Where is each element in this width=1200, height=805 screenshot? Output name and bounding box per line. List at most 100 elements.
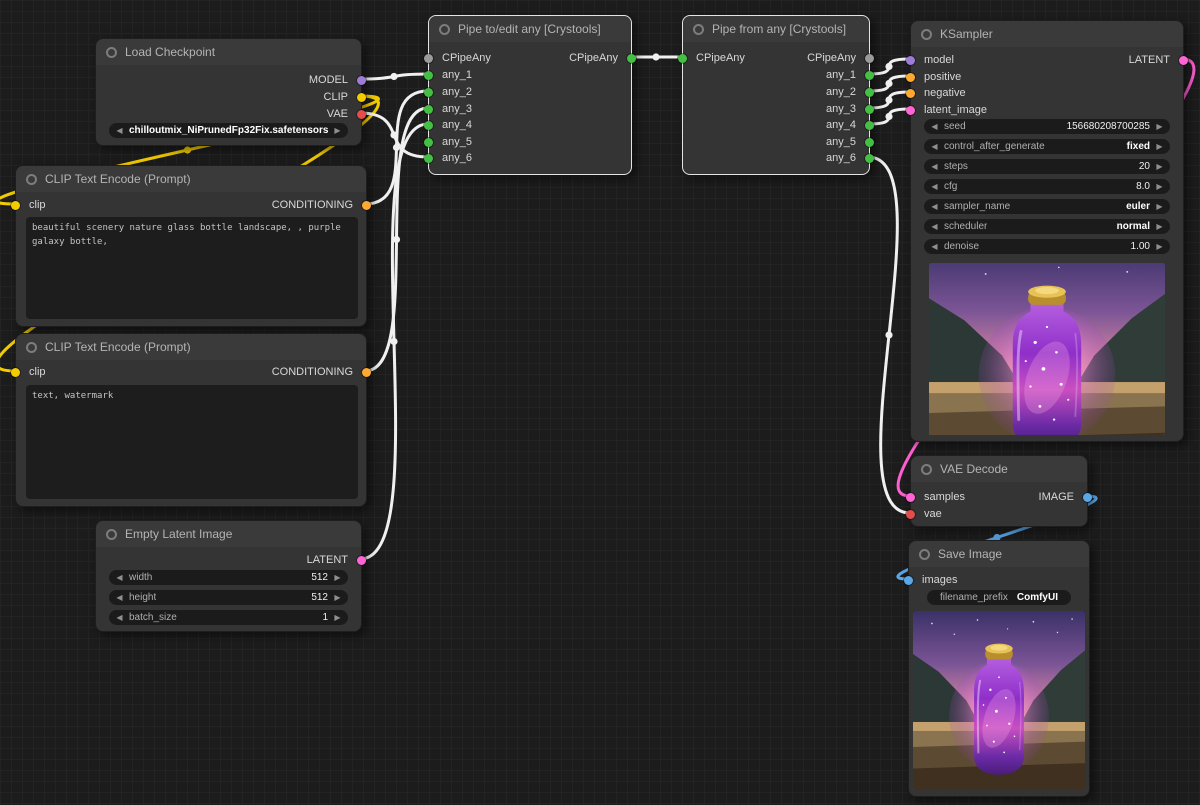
- node-status-dot[interactable]: [106, 47, 117, 58]
- any-port-dot[interactable]: [424, 121, 433, 130]
- decrement-arrow-icon[interactable]: ◀: [929, 179, 940, 194]
- clip-port-dot[interactable]: [11, 368, 20, 377]
- conditioning-port-dot[interactable]: [906, 73, 915, 82]
- decrement-arrow-icon[interactable]: ◀: [929, 239, 940, 254]
- any-port-dot[interactable]: [865, 154, 874, 163]
- batch-size-widget[interactable]: ◀batch_size1▶: [109, 610, 348, 625]
- latent-port-dot[interactable]: [906, 493, 915, 502]
- prompt-textarea[interactable]: beautiful scenery nature glass bottle la…: [26, 217, 358, 319]
- decrement-arrow-icon[interactable]: ◀: [114, 610, 125, 625]
- node-status-dot[interactable]: [919, 549, 930, 560]
- node-header[interactable]: KSampler: [911, 21, 1183, 47]
- conditioning-port-dot[interactable]: [362, 368, 371, 377]
- seed-widget[interactable]: ◀seed156680208700285▶: [924, 119, 1170, 134]
- prompt-textarea[interactable]: text, watermark: [26, 385, 358, 499]
- node-clip-text-encode-negative[interactable]: CLIP Text Encode (Prompt) clip CONDITION…: [15, 333, 367, 507]
- prev-arrow-icon[interactable]: ◀: [929, 199, 940, 214]
- decrement-arrow-icon[interactable]: ◀: [929, 159, 940, 174]
- increment-arrow-icon[interactable]: ▶: [1154, 179, 1165, 194]
- prev-arrow-icon[interactable]: ◀: [929, 139, 940, 154]
- conditioning-port-dot[interactable]: [906, 89, 915, 98]
- decrement-arrow-icon[interactable]: ◀: [114, 590, 125, 605]
- node-load-checkpoint[interactable]: Load Checkpoint MODEL CLIP VAE ◀ chillou…: [95, 38, 362, 146]
- next-arrow-icon[interactable]: ▶: [1154, 139, 1165, 154]
- decrement-arrow-icon[interactable]: ◀: [929, 119, 940, 134]
- node-status-dot[interactable]: [921, 464, 932, 475]
- link-midpoint-dot[interactable]: [885, 113, 892, 120]
- pipe-port-dot[interactable]: [424, 54, 433, 63]
- any-port-dot[interactable]: [424, 88, 433, 97]
- link-midpoint-dot[interactable]: [393, 144, 400, 151]
- increment-arrow-icon[interactable]: ▶: [1154, 239, 1165, 254]
- node-header[interactable]: VAE Decode: [911, 456, 1087, 482]
- latent-port-dot[interactable]: [357, 556, 366, 565]
- steps-widget[interactable]: ◀steps20▶: [924, 159, 1170, 174]
- sampler-name-widget[interactable]: ◀sampler_nameeuler▶: [924, 199, 1170, 214]
- node-status-dot[interactable]: [26, 342, 37, 353]
- node-graph-canvas[interactable]: Load Checkpoint MODEL CLIP VAE ◀ chillou…: [0, 0, 1200, 805]
- link-midpoint-dot[interactable]: [652, 53, 659, 60]
- link-midpoint-dot[interactable]: [390, 338, 397, 345]
- node-save-image[interactable]: Save Image images filename_prefixComfyUI: [908, 540, 1090, 797]
- node-pipe-to-edit-any[interactable]: Pipe to/edit any [Crystools] CPipeAny an…: [428, 15, 632, 175]
- pipe-port-dot[interactable]: [678, 54, 687, 63]
- conditioning-port-dot[interactable]: [362, 201, 371, 210]
- node-status-dot[interactable]: [26, 174, 37, 185]
- control-after-generate-widget[interactable]: ◀control_after_generatefixed▶: [924, 139, 1170, 154]
- any-port-dot[interactable]: [865, 138, 874, 147]
- increment-arrow-icon[interactable]: ▶: [332, 590, 343, 605]
- node-vae-decode[interactable]: VAE Decode samples vae IMAGE: [910, 455, 1088, 527]
- clip-port-dot[interactable]: [357, 93, 366, 102]
- prev-arrow-icon[interactable]: ◀: [114, 123, 125, 138]
- image-port-dot[interactable]: [904, 576, 913, 585]
- node-header[interactable]: Load Checkpoint: [96, 39, 361, 65]
- model-port-dot[interactable]: [906, 56, 915, 65]
- cfg-widget[interactable]: ◀cfg8.0▶: [924, 179, 1170, 194]
- link-midpoint-dot[interactable]: [885, 80, 892, 87]
- node-status-dot[interactable]: [693, 24, 704, 35]
- latent-port-dot[interactable]: [1179, 56, 1188, 65]
- increment-arrow-icon[interactable]: ▶: [332, 610, 343, 625]
- any-port-dot[interactable]: [865, 105, 874, 114]
- node-header[interactable]: CLIP Text Encode (Prompt): [16, 166, 366, 192]
- vae-port-dot[interactable]: [357, 110, 366, 119]
- height-widget[interactable]: ◀height512▶: [109, 590, 348, 605]
- node-status-dot[interactable]: [439, 24, 450, 35]
- model-port-dot[interactable]: [357, 76, 366, 85]
- node-header[interactable]: Empty Latent Image: [96, 521, 361, 547]
- filename-prefix-widget[interactable]: filename_prefixComfyUI: [927, 590, 1071, 605]
- next-arrow-icon[interactable]: ▶: [1154, 199, 1165, 214]
- any-port-dot[interactable]: [865, 71, 874, 80]
- pipe-port-dot[interactable]: [627, 54, 636, 63]
- any-port-dot[interactable]: [424, 154, 433, 163]
- ckpt-name-combo[interactable]: ◀ chilloutmix_NiPrunedFp32Fix.safetensor…: [109, 123, 348, 138]
- next-arrow-icon[interactable]: ▶: [332, 123, 343, 138]
- link-midpoint-dot[interactable]: [390, 73, 397, 80]
- increment-arrow-icon[interactable]: ▶: [1154, 159, 1165, 174]
- any-port-dot[interactable]: [424, 138, 433, 147]
- node-header[interactable]: Pipe to/edit any [Crystools]: [429, 16, 631, 42]
- node-header[interactable]: Save Image: [909, 541, 1089, 567]
- node-clip-text-encode-positive[interactable]: CLIP Text Encode (Prompt) clip CONDITION…: [15, 165, 367, 327]
- node-header[interactable]: Pipe from any [Crystools]: [683, 16, 869, 42]
- any-port-dot[interactable]: [424, 105, 433, 114]
- node-header[interactable]: CLIP Text Encode (Prompt): [16, 334, 366, 360]
- node-pipe-from-any[interactable]: Pipe from any [Crystools] CPipeAny CPipe…: [682, 15, 870, 175]
- node-status-dot[interactable]: [106, 529, 117, 540]
- pipe-port-dot[interactable]: [865, 54, 874, 63]
- any-port-dot[interactable]: [424, 71, 433, 80]
- width-widget[interactable]: ◀width512▶: [109, 570, 348, 585]
- vae-port-dot[interactable]: [906, 510, 915, 519]
- scheduler-widget[interactable]: ◀schedulernormal▶: [924, 219, 1170, 234]
- next-arrow-icon[interactable]: ▶: [1154, 219, 1165, 234]
- node-status-dot[interactable]: [921, 29, 932, 40]
- any-port-dot[interactable]: [865, 88, 874, 97]
- increment-arrow-icon[interactable]: ▶: [332, 570, 343, 585]
- increment-arrow-icon[interactable]: ▶: [1154, 119, 1165, 134]
- image-port-dot[interactable]: [1083, 493, 1092, 502]
- prev-arrow-icon[interactable]: ◀: [929, 219, 940, 234]
- link-midpoint-dot[interactable]: [885, 96, 892, 103]
- decrement-arrow-icon[interactable]: ◀: [114, 570, 125, 585]
- link-midpoint-dot[interactable]: [184, 146, 191, 153]
- link-midpoint-dot[interactable]: [885, 331, 892, 338]
